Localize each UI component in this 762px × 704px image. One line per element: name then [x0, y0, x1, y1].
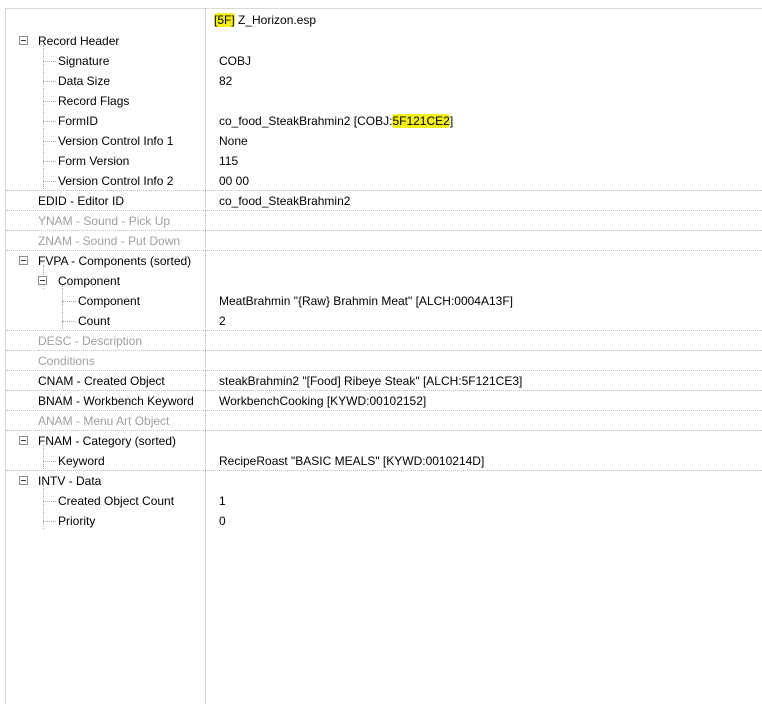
row-label: Conditions: [38, 354, 95, 368]
formid-prefix: co_food_SteakBrahmin2 [COBJ:: [219, 114, 393, 128]
row-label: FNAM - Category (sorted): [38, 434, 177, 448]
row-value: RecipeRoast "BASIC MEALS" [KYWD:0010214D…: [219, 454, 485, 468]
row-label: ZNAM - Sound - Put Down: [38, 234, 181, 248]
row-value: 00 00: [219, 174, 250, 188]
file-header-row: [5F] Z_Horizon.esp: [6, 9, 762, 31]
row-label: YNAM - Sound - Pick Up: [38, 214, 171, 228]
row-value: 1: [219, 494, 226, 508]
row-label: BNAM - Workbench Keyword: [38, 394, 194, 408]
tree-row-version-control-1[interactable]: Version Control Info 1 None: [6, 131, 762, 151]
collapse-toggle-icon[interactable]: [19, 476, 28, 485]
tree-branch: [43, 121, 56, 122]
tree-row-form-version[interactable]: Form Version 115: [6, 151, 762, 171]
tree-row-data-size[interactable]: Data Size 82: [6, 71, 762, 91]
tree-branch: [43, 141, 56, 142]
row-label: Form Version: [58, 154, 130, 168]
plugin-prefix: [5F]: [214, 13, 235, 27]
row-value: 0: [219, 514, 226, 528]
tree-branch: [43, 101, 56, 102]
tree-row-version-control-2[interactable]: Version Control Info 2 00 00: [6, 171, 762, 191]
formid-highlight: 5F121CE2: [392, 114, 450, 128]
row-label: Count: [78, 314, 111, 328]
tree-row-component-group[interactable]: Component: [6, 271, 762, 291]
row-label: Component: [78, 294, 141, 308]
collapse-toggle-icon[interactable]: [19, 256, 28, 265]
row-value: WorkbenchCooking [KYWD:00102152]: [219, 394, 427, 408]
tree-branch: [43, 461, 56, 462]
row-value: 82: [219, 74, 233, 88]
row-label: Signature: [58, 54, 110, 68]
row-label: EDID - Editor ID: [38, 194, 125, 208]
row-value: MeatBrahmin "{Raw} Brahmin Meat" [ALCH:0…: [219, 294, 513, 308]
tree-row-bnam[interactable]: BNAM - Workbench Keyword WorkbenchCookin…: [6, 391, 762, 411]
tree-row-desc[interactable]: DESC - Description: [6, 331, 762, 351]
tree-row-record-header[interactable]: Record Header: [6, 31, 762, 51]
tree-row-created-object-count[interactable]: Created Object Count 1: [6, 491, 762, 511]
row-label: Keyword: [58, 454, 105, 468]
row-label: Created Object Count: [58, 494, 175, 508]
row-value: None: [219, 134, 248, 148]
row-label: Priority: [58, 514, 96, 528]
tree-branch: [62, 301, 76, 302]
row-value: steakBrahmin2 "[Food] Ribeye Steak" [ALC…: [219, 374, 523, 388]
row-value: co_food_SteakBrahmin2: [219, 194, 351, 208]
tree-row-ynam[interactable]: YNAM - Sound - Pick Up: [6, 211, 762, 231]
collapse-toggle-icon[interactable]: [38, 276, 47, 285]
tree-row-cnam[interactable]: CNAM - Created Object steakBrahmin2 "[Fo…: [6, 371, 762, 391]
row-value: co_food_SteakBrahmin2 [COBJ:5F121CE2]: [219, 114, 453, 128]
tree-row-count[interactable]: Count 2: [6, 311, 762, 331]
tree-branch: [43, 161, 56, 162]
collapse-toggle-icon[interactable]: [19, 36, 28, 45]
file-header-value: [5F] Z_Horizon.esp: [214, 13, 316, 27]
row-label: DESC - Description: [38, 334, 143, 348]
row-label: Record Header: [38, 34, 120, 48]
row-value: COBJ: [219, 54, 252, 68]
record-tree-view[interactable]: [5F] Z_Horizon.esp Record Header Signatu…: [5, 8, 762, 704]
tree-branch: [62, 321, 76, 322]
row-label: INTV - Data: [38, 474, 102, 488]
tree-row-fvpa[interactable]: FVPA - Components (sorted): [6, 251, 762, 271]
tree-row-record-flags[interactable]: Record Flags: [6, 91, 762, 111]
row-label: Component: [58, 274, 121, 288]
row-label: ANAM - Menu Art Object: [38, 414, 170, 428]
tree-row-formid[interactable]: FormID co_food_SteakBrahmin2 [COBJ:5F121…: [6, 111, 762, 131]
row-label: Data Size: [58, 74, 111, 88]
tree-row-component[interactable]: Component MeatBrahmin "{Raw} Brahmin Mea…: [6, 291, 762, 311]
tree-row-anam[interactable]: ANAM - Menu Art Object: [6, 411, 762, 431]
plugin-name: Z_Horizon.esp: [238, 13, 317, 27]
tree-row-keyword[interactable]: Keyword RecipeRoast "BASIC MEALS" [KYWD:…: [6, 451, 762, 471]
formid-suffix: ]: [449, 114, 454, 128]
tree-branch: [43, 501, 56, 502]
row-label: FormID: [58, 114, 98, 128]
tree-row-conditions[interactable]: Conditions: [6, 351, 762, 371]
row-label: FVPA - Components (sorted): [38, 254, 192, 268]
row-value: 2: [219, 314, 226, 328]
tree-branch: [43, 521, 56, 522]
tree-branch: [43, 61, 56, 62]
tree-row-signature[interactable]: Signature COBJ: [6, 51, 762, 71]
tree-row-fnam[interactable]: FNAM - Category (sorted): [6, 431, 762, 451]
row-label: Version Control Info 2: [58, 174, 174, 188]
row-label: Record Flags: [58, 94, 130, 108]
tree-branch: [43, 81, 56, 82]
row-label: CNAM - Created Object: [38, 374, 165, 388]
collapse-toggle-icon[interactable]: [19, 436, 28, 445]
row-value: 115: [219, 154, 239, 168]
tree-row-priority[interactable]: Priority 0: [6, 511, 762, 531]
tree-row-znam[interactable]: ZNAM - Sound - Put Down: [6, 231, 762, 251]
tree-row-edid[interactable]: EDID - Editor ID co_food_SteakBrahmin2: [6, 191, 762, 211]
tree-branch: [43, 181, 56, 182]
tree-row-intv[interactable]: INTV - Data: [6, 471, 762, 491]
row-label: Version Control Info 1: [58, 134, 174, 148]
